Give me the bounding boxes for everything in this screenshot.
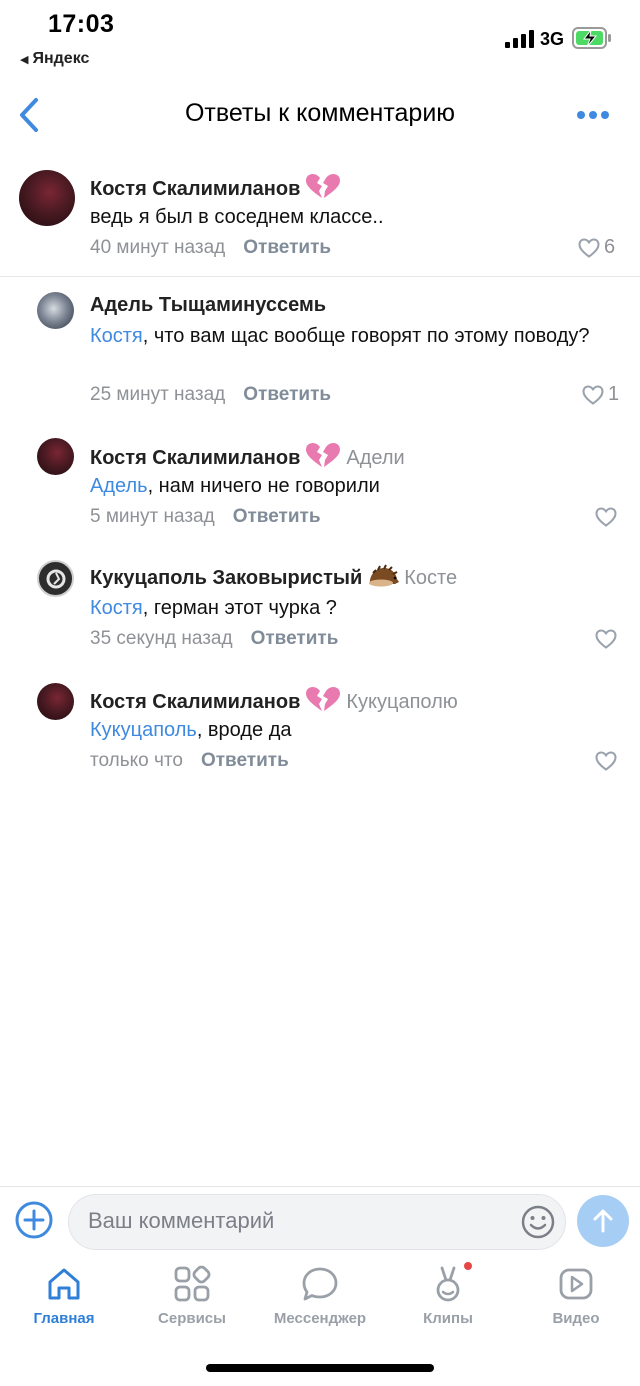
like-button[interactable] (595, 751, 617, 771)
comment-author[interactable]: Кукуцаполь Заковыристый Косте (90, 564, 457, 590)
like-button[interactable] (595, 507, 617, 527)
notification-dot (464, 1262, 472, 1270)
comment-body: , нам ничего не говорили (147, 475, 380, 497)
arrow-up-icon (593, 1209, 613, 1233)
back-to-app-link[interactable]: ◀ Яндекс (20, 50, 89, 68)
author-name[interactable]: Костя Скалимиланов (90, 178, 300, 200)
reply-button[interactable]: Ответить (243, 384, 331, 405)
like-button[interactable] (595, 629, 617, 649)
comment-meta: 5 минут назад Ответить (90, 506, 321, 528)
status-time: 17:03 (48, 10, 115, 38)
mention-link[interactable]: Костя (90, 325, 143, 347)
comment-text: ведь я был в соседнем классе.. (90, 206, 384, 228)
services-icon (174, 1265, 211, 1302)
avatar[interactable] (19, 170, 75, 226)
reply-button[interactable]: Ответить (251, 628, 339, 649)
more-options-icon[interactable] (576, 108, 610, 122)
tab-messenger[interactable]: Мессенджер (260, 1264, 380, 1327)
back-triangle-icon: ◀ (20, 54, 29, 66)
comment-meta: только что Ответить (90, 750, 289, 772)
avatar[interactable] (37, 683, 74, 720)
clips-icon (436, 1266, 460, 1302)
comment-text: Адель, нам ничего не говорили (90, 472, 610, 501)
comment-time: 25 минут назад (90, 384, 226, 405)
mention-link[interactable]: Адель (90, 475, 148, 497)
like-button[interactable]: 1 (582, 383, 619, 406)
reply-button[interactable]: Ответить (201, 750, 289, 771)
like-button[interactable]: 6 (578, 236, 615, 259)
tab-video[interactable]: Видео (516, 1264, 636, 1327)
avatar[interactable] (37, 292, 74, 329)
reply-button[interactable]: Ответить (233, 506, 321, 527)
home-icon (48, 1268, 80, 1300)
comment-author[interactable]: Адель Тыщаминуссемь (90, 294, 326, 317)
reply-button[interactable]: Ответить (243, 237, 331, 258)
like-count: 1 (608, 383, 620, 405)
tab-clips[interactable]: Клипы (388, 1262, 508, 1327)
heart-icon (595, 507, 617, 527)
comment-body: , вроде да (196, 719, 292, 741)
mention-link[interactable]: Костя (90, 597, 143, 619)
broken-heart-icon (306, 443, 341, 467)
reply-to-name[interactable]: Косте (404, 567, 457, 589)
comment-text: Костя, герман этот чурка ? (90, 594, 610, 623)
tab-label: Главная (33, 1310, 95, 1327)
battery-charging-icon (572, 27, 611, 49)
comment-time: 35 секунд назад (90, 628, 233, 649)
comment-body: , что вам щас вообще говорят по этому по… (142, 325, 590, 347)
avatar[interactable] (37, 438, 74, 475)
page-title: Ответы к комментарию (184, 99, 456, 127)
heart-icon (595, 751, 617, 771)
comment-text: Кукуцаполь, вроде да (90, 716, 610, 745)
comment-input-placeholder: Ваш комментарий (88, 1208, 275, 1233)
video-icon (559, 1268, 593, 1300)
broken-heart-icon (306, 174, 341, 198)
author-name[interactable]: Адель Тыщаминуссемь (90, 294, 326, 316)
back-app-label: Яндекс (32, 50, 90, 67)
comment-author[interactable]: Костя Скалимиланов Адели (90, 442, 405, 470)
network-type: 3G (540, 29, 565, 49)
comment-meta: 40 минут назад Ответить (90, 237, 331, 259)
chat-icon (302, 1267, 338, 1301)
comment-time: 5 минут назад (90, 506, 215, 527)
composer-divider (0, 1186, 640, 1187)
tab-label: Видео (552, 1310, 600, 1327)
comment-author[interactable]: Костя Скалимиланов Кукуцаполю (90, 686, 458, 714)
comment-meta: 25 минут назад Ответить (90, 384, 331, 406)
avatar[interactable] (37, 560, 74, 597)
comment-text: Костя, что вам щас вообще говорят по это… (90, 322, 590, 351)
home-indicator (206, 1364, 434, 1372)
send-button[interactable] (577, 1195, 629, 1247)
tab-services[interactable]: Сервисы (132, 1264, 252, 1327)
author-name[interactable]: Кукуцаполь Заковыристый (90, 567, 362, 589)
tab-label: Клипы (423, 1310, 473, 1327)
heart-icon (595, 629, 617, 649)
comment-time: 40 минут назад (90, 237, 226, 258)
cellular-signal-icon (505, 30, 534, 48)
heart-icon (582, 384, 604, 405)
like-count: 6 (604, 236, 616, 258)
reply-to-name[interactable]: Адели (346, 447, 404, 469)
avatar-logo-icon (46, 569, 65, 588)
tab-label: Сервисы (158, 1310, 226, 1327)
divider (0, 276, 640, 277)
comment-body: , герман этот чурка ? (142, 597, 337, 619)
add-attachment-icon[interactable] (14, 1200, 54, 1240)
reply-to-name[interactable]: Кукуцаполю (346, 691, 457, 713)
comment-meta: 35 секунд назад Ответить (90, 628, 338, 650)
tab-home[interactable]: Главная (4, 1264, 124, 1327)
author-name[interactable]: Костя Скалимиланов (90, 447, 300, 469)
comment-author[interactable]: Костя Скалимиланов (90, 173, 342, 201)
heart-icon (578, 237, 600, 258)
comment-time: только что (90, 750, 183, 771)
tab-label: Мессенджер (273, 1310, 367, 1327)
mention-link[interactable]: Кукуцаполь (90, 719, 197, 741)
broken-heart-icon (306, 687, 341, 711)
author-name[interactable]: Костя Скалимиланов (90, 691, 300, 713)
emoji-smile-icon[interactable] (520, 1204, 556, 1240)
hedgehog-icon (369, 564, 400, 587)
